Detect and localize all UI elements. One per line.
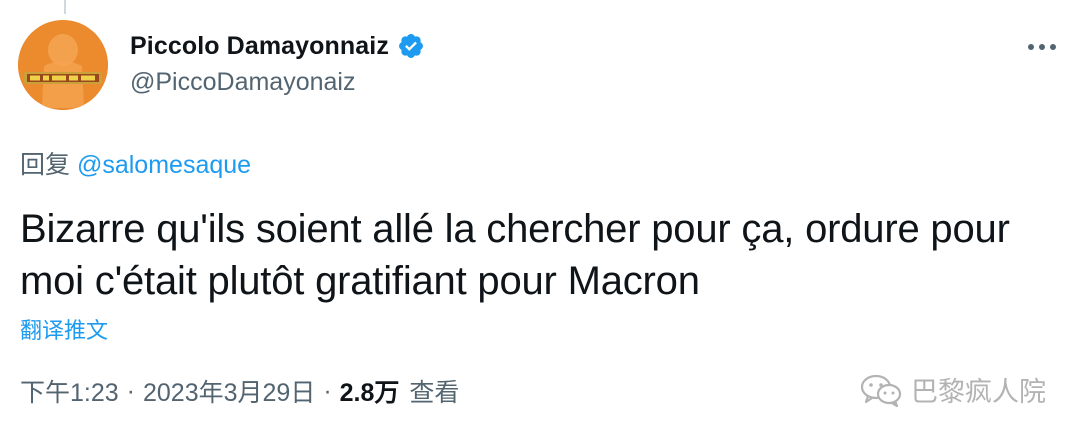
display-name[interactable]: Piccolo Damayonnaiz <box>130 32 389 61</box>
tweet-metadata: 下午1:23 · 2023年3月29日 · 2.8万 查看 <box>20 373 459 409</box>
tweet-card: Piccolo Damayonnaiz @PiccoDamayonaiz 回复 … <box>0 0 1080 436</box>
more-options-button[interactable] <box>1022 32 1062 62</box>
watermark: 巴黎疯人院 <box>859 370 1046 409</box>
more-dots-icon <box>1028 44 1056 50</box>
views-count[interactable]: 2.8万 <box>340 373 400 409</box>
reply-prefix: 回复 <box>20 151 71 179</box>
reply-mention-link[interactable]: @salomesaque <box>77 151 251 179</box>
verified-badge-icon[interactable] <box>397 32 425 60</box>
dragon-ball-avatar-icon <box>18 20 108 110</box>
author-block: Piccolo Damayonnaiz @PiccoDamayonaiz <box>130 28 425 97</box>
views-label[interactable]: 查看 <box>409 373 459 409</box>
meta-separator: · <box>323 376 332 405</box>
meta-separator: · <box>126 376 135 405</box>
tweet-text: Bizarre qu'ils soient allé la chercher p… <box>20 207 1010 303</box>
avatar[interactable] <box>18 20 108 110</box>
tweet-time[interactable]: 下午1:23 <box>20 373 119 409</box>
translate-tweet-link[interactable]: 翻译推文 <box>20 313 108 345</box>
thread-connector-line <box>64 0 66 14</box>
reply-context: 回复 @salomesaque <box>20 145 251 181</box>
tweet-date[interactable]: 2023年3月29日 <box>143 373 315 409</box>
watermark-text: 巴黎疯人院 <box>911 377 1046 407</box>
wechat-icon <box>860 374 902 407</box>
user-handle[interactable]: @PiccoDamayonaiz <box>130 68 425 97</box>
name-row: Piccolo Damayonnaiz <box>130 28 425 64</box>
